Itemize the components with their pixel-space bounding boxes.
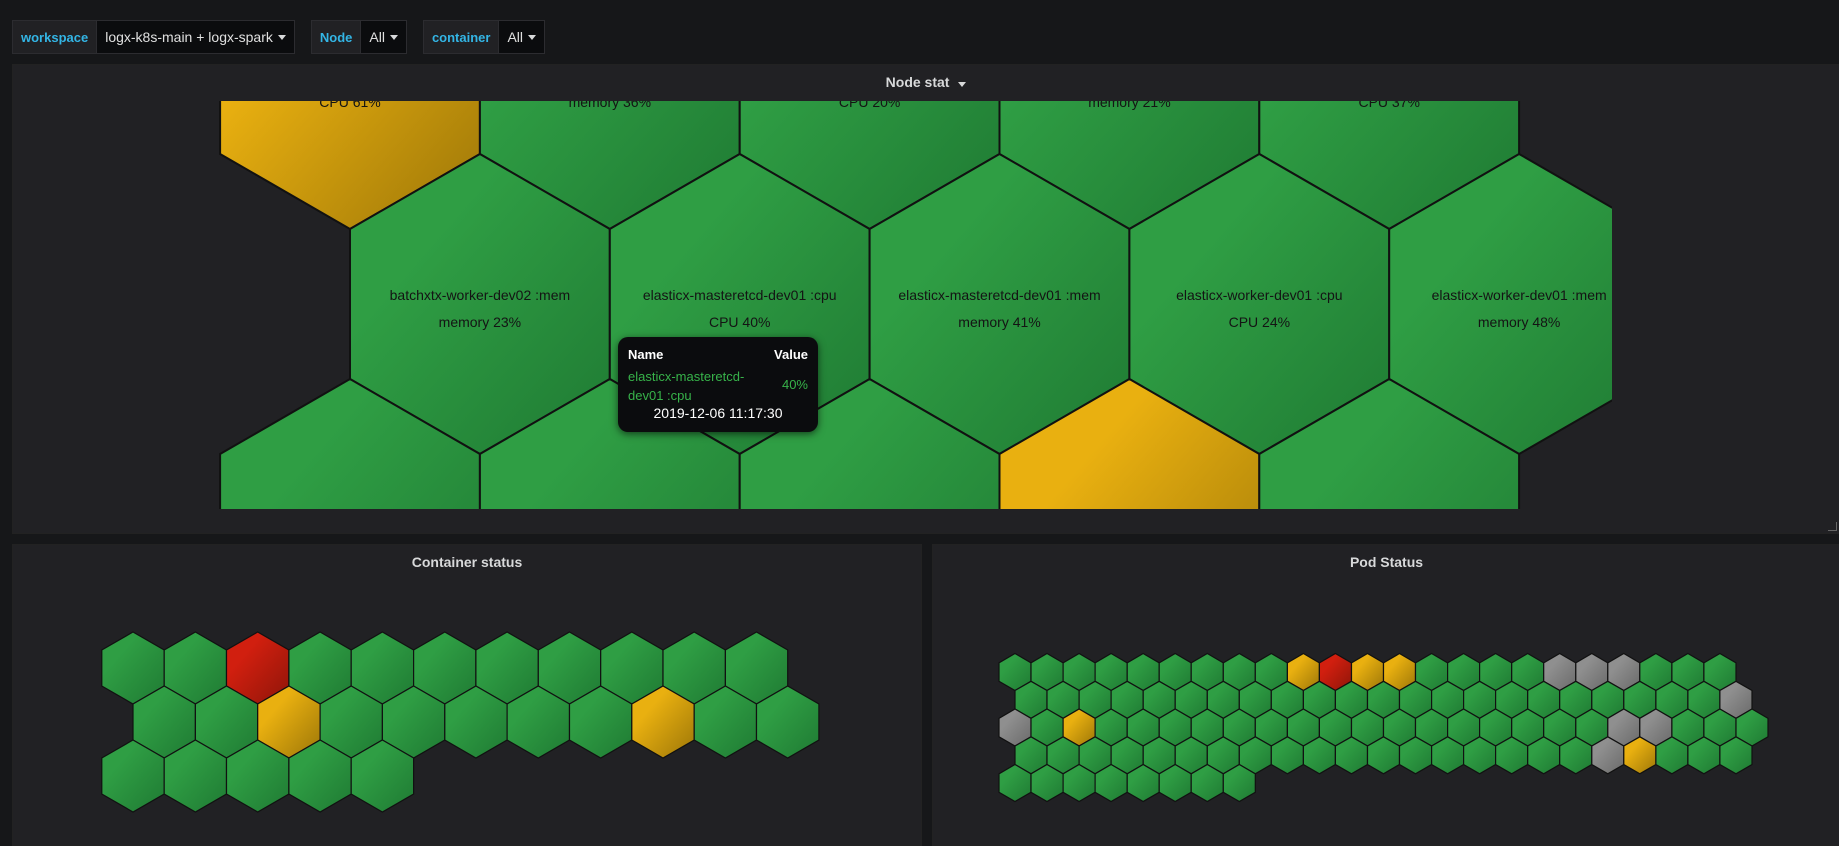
container-label: container [422,20,499,54]
tooltip-series-name-line2: dev01 :cpu [628,388,692,403]
pod-status-panel: Pod Status [932,544,1839,846]
container-status-panel: Container status [12,544,922,846]
workspace-variable: workspace logx-k8s-main + logx-spark [12,20,295,54]
node-value: All [369,29,385,45]
tooltip-series-value: 40% [781,377,808,392]
workspace-value: logx-k8s-main + logx-spark [105,29,273,45]
node-tile-name: elasticx-worker-dev01 :cpu [1176,287,1343,303]
node-tile-value: memory 36% [569,101,651,110]
tooltip-value-header: Value [774,347,808,362]
tooltip-series-name-line1: elasticx-masteretcd- [628,369,745,384]
hover-tooltip: Name Value elasticx-masteretcd- dev01 :c… [618,337,818,432]
pod-status-title[interactable]: Pod Status [933,545,1839,579]
node-tile-value: CPU 24% [1229,314,1290,330]
tooltip-series-name: elasticx-masteretcd- dev01 :cpu [628,367,758,405]
node-variable: Node All [310,20,407,54]
container-status-title[interactable]: Container status [13,545,921,579]
tooltip-name-header: Name [628,347,664,362]
node-tile-value: memory 48% [1478,314,1560,330]
node-stat-title: Node stat [885,74,950,90]
node-select[interactable]: All [360,20,407,54]
node-tile-value: CPU 40% [709,314,770,330]
container-variable: container All [422,20,546,54]
container-select[interactable]: All [498,20,546,54]
pod-hexmap-svg [998,652,1769,803]
node-tile-value: CPU 37% [1358,101,1419,110]
caret-down-icon [528,34,537,40]
workspace-label: workspace [12,20,97,54]
panel-resize-handle[interactable] [1828,522,1837,531]
container-value: All [507,29,524,45]
node-tile-name: elasticx-worker-dev01 :mem [1432,287,1607,303]
node-tile-name: elasticx-masteretcd-dev01 :mem [898,287,1100,303]
node-tile-value: CPU 20% [839,101,900,110]
node-hexmap: CPU 61% memory 36% CPU 20% memory 21% CPU 37… [212,101,1612,509]
node-tile-value: memory 41% [958,314,1040,330]
template-variable-bar: workspace logx-k8s-main + logx-spark Nod… [12,20,546,54]
caret-down-icon [277,34,286,40]
node-label: Node [310,20,361,54]
node-tile-value: memory 23% [439,314,521,330]
node-tile-name: batchxtx-worker-dev02 :mem [390,287,571,303]
container-hexmap-svg [101,631,820,813]
node-tile-value: CPU 61% [319,101,380,110]
caret-down-icon [958,82,967,87]
node-tile-name: elasticx-masteretcd-dev01 :cpu [643,287,837,303]
node-tile-value: memory 21% [1088,101,1170,110]
tooltip-timestamp: 2019-12-06 11:17:30 [653,405,783,421]
caret-down-icon [389,34,398,40]
workspace-select[interactable]: logx-k8s-main + logx-spark [96,20,295,54]
tooltip-header: Name Value [628,347,808,362]
node-stat-panel: Node stat CPU 61% memory 36% CPU 20% memory… [12,64,1839,534]
node-hexmap-svg: CPU 61% memory 36% CPU 20% memory 21% CPU 37… [219,101,1612,509]
panel-title-node-stat[interactable]: Node stat [13,65,1839,99]
